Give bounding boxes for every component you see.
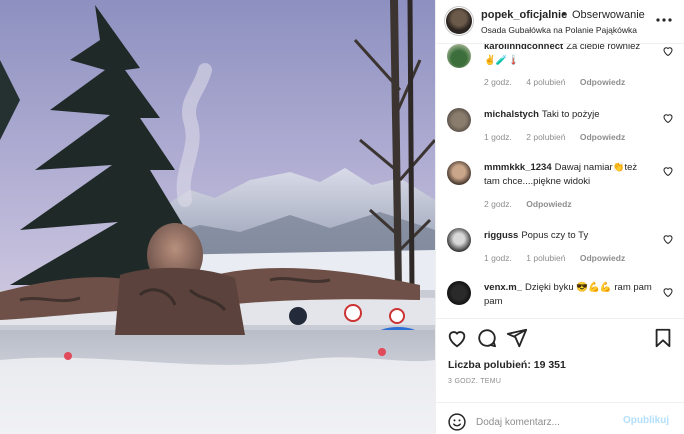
heart-icon[interactable] [662,286,674,298]
comment-emoji: ✌️🧪🌡️ [484,55,520,66]
comment-input[interactable] [476,413,616,431]
comment-item: karolinndconnect Za ciebie również ✌️🧪🌡️ … [436,44,684,96]
comment-item: venx.m_ Dzięki byku 😎💪💪 ram pam pam [436,279,684,318]
post-sidebar: popek_oficjalnie • Obserwowanie Osada Gu… [435,0,684,434]
comment-meta: 1 godz. 1 polubień Odpowiedz [484,253,637,263]
comment-item: mmmkkk_1234 Dawaj namiar👏też tam chce....… [436,158,684,216]
post-photo[interactable] [0,0,435,434]
author-username[interactable]: popek_oficjalnie [481,9,567,21]
following-button[interactable]: Obserwowanie [572,9,645,21]
commenter-avatar[interactable] [447,281,471,305]
commenter-avatar[interactable] [447,44,471,68]
commenter-avatar[interactable] [447,161,471,185]
comment-like-count[interactable]: 2 polubień [526,132,565,142]
comment-text: Za ciebie również [566,44,641,52]
more-horizontal-icon[interactable] [654,10,674,30]
comment-text: Taki to pożyje [541,109,600,120]
bookmark-icon[interactable] [652,327,674,349]
commenter-avatar[interactable] [447,228,471,252]
comment-age[interactable]: 2 godz. [484,77,512,87]
comment-item: rigguss Popus czy to Ty 1 godz. 1 polubie… [436,226,684,270]
post-location[interactable]: Osada Gubałówka na Polanie Pająkówka [481,25,637,35]
add-comment-bar: Opublikuj [436,402,684,434]
author-avatar[interactable] [446,8,472,34]
comment-text: Popus czy to Ty [521,230,589,241]
heart-icon[interactable] [662,45,674,57]
post-timestamp[interactable]: 3 GODZ. TEMU [448,378,501,385]
commenter-username[interactable]: venx.m_ [484,282,522,293]
comment-text-block: michalstych Taki to pożyje [484,108,654,122]
post-header: popek_oficjalnie • Obserwowanie Osada Gu… [436,0,684,44]
commenter-username[interactable]: mmmkkk_1234 [484,162,552,173]
comment-text-block: rigguss Popus czy to Ty [484,229,654,243]
heart-icon[interactable] [662,233,674,245]
comment-meta: 2 godz. 4 polubień Odpowiedz [484,77,637,87]
reply-button[interactable]: Odpowiedz [580,132,625,142]
reply-button[interactable]: Odpowiedz [526,199,571,209]
comment-item: michalstych Taki to pożyje 1 godz. 2 polu… [436,105,684,149]
commenter-username[interactable]: karolinndconnect [484,44,563,52]
commenter-username[interactable]: rigguss [484,230,518,241]
comment-text-block: mmmkkk_1234 Dawaj namiar👏też tam chce....… [484,161,654,189]
comment-meta: 1 godz. 2 polubień Odpowiedz [484,132,637,142]
commenter-avatar[interactable] [447,108,471,132]
heart-icon[interactable] [662,112,674,124]
heart-icon[interactable] [446,327,468,349]
share-icon[interactable] [506,327,528,349]
comment-text-block: venx.m_ Dzięki byku 😎💪💪 ram pam pam [484,281,654,309]
comment-meta: 2 godz. Odpowiedz [484,199,584,209]
comment-age[interactable]: 1 godz. [484,132,512,142]
reply-button[interactable]: Odpowiedz [580,253,625,263]
post-comment-button[interactable]: Opublikuj [623,415,669,426]
comment-icon[interactable] [476,327,498,349]
smiley-icon[interactable] [447,412,467,432]
comments-list[interactable]: karolinndconnect Za ciebie również ✌️🧪🌡️ … [436,44,684,318]
likes-count[interactable]: Liczba polubień: 19 351 [448,359,566,371]
comment-like-count[interactable]: 4 polubień [526,77,565,87]
header-separator: • [562,8,566,20]
reply-button[interactable]: Odpowiedz [580,77,625,87]
comment-age[interactable]: 1 godz. [484,253,512,263]
hot-tub-photo [0,0,435,434]
comment-text-block: karolinndconnect Za ciebie również ✌️🧪🌡️ [484,44,654,68]
commenter-username[interactable]: michalstych [484,109,539,120]
comment-age[interactable]: 2 godz. [484,199,512,209]
heart-icon[interactable] [662,165,674,177]
comment-like-count[interactable]: 1 polubień [526,253,565,263]
post-actions: Liczba polubień: 19 351 3 GODZ. TEMU Opu… [436,318,684,434]
